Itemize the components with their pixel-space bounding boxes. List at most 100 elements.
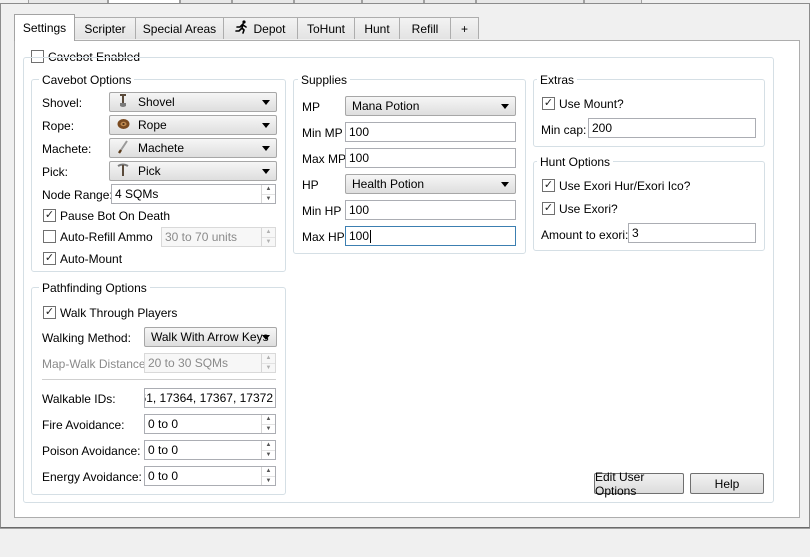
tab-scripter[interactable]: Scripter [74,17,136,39]
spinner-buttons[interactable]: ▲ ▼ [261,441,275,459]
tab-label: Refill [411,21,439,36]
min-cap-label: Min cap: [541,123,587,137]
spin-up-icon[interactable]: ▲ [262,228,275,237]
tab-special-areas[interactable]: Special Areas [135,17,224,39]
spin-down-icon[interactable]: ▼ [262,475,275,486]
spin-up-icon[interactable]: ▲ [262,441,275,450]
fire-avoidance-label: Fire Avoidance: [42,418,125,432]
spinner-buttons[interactable]: ▲ ▼ [261,354,275,372]
auto-mount-checkbox[interactable]: ✓ [43,252,56,265]
divider [42,379,276,380]
min-cap-input[interactable]: 200 [588,118,756,138]
spin-up-icon[interactable]: ▲ [262,354,275,363]
chevron-down-icon [501,182,509,187]
map-walk-spinner[interactable]: 20 to 30 SQMs ▲ ▼ [144,353,276,373]
rope-select[interactable]: Rope [109,115,277,135]
checkmark-icon: ✓ [543,97,554,109]
hp-value: Health Potion [352,177,425,191]
walk-through-label: Walk Through Players [60,306,178,320]
fire-avoidance-value: 0 to 0 [148,417,179,431]
spin-down-icon[interactable]: ▼ [262,423,275,434]
exori-checkbox[interactable]: ✓ [542,202,555,215]
pause-bot-checkbox[interactable]: ✓ [43,209,56,222]
walking-method-label: Walking Method: [42,331,131,345]
pick-value: Pick [138,164,161,178]
map-walk-label: Map-Walk Distance: [42,357,149,371]
poison-avoidance-label: Poison Avoidance: [42,444,141,458]
energy-avoidance-spinner[interactable]: 0 to 0 ▲ ▼ [144,466,276,486]
amount-exori-value: 3 [632,226,639,240]
hp-select[interactable]: Health Potion [345,174,516,194]
exori-hur-label: Use Exori Hur/Exori Ico? [559,179,691,193]
machete-select[interactable]: Machete [109,138,277,158]
spinner-buttons[interactable]: ▲ ▼ [261,185,275,203]
checkmark-icon: ✓ [44,306,55,318]
chevron-down-icon [262,123,270,128]
mp-select[interactable]: Mana Potion [345,96,516,116]
walk-through-checkbox[interactable]: ✓ [43,306,56,319]
checkmark-icon: ✓ [543,202,554,214]
poison-avoidance-value: 0 to 0 [148,443,179,457]
pick-select[interactable]: Pick [109,161,277,181]
tab-settings[interactable]: Settings [14,14,75,41]
tab-label: Special Areas [142,21,217,36]
max-hp-value: 100 [349,229,370,243]
min-hp-label: Min HP [302,204,342,218]
energy-avoidance-label: Energy Avoidance: [42,470,142,484]
exori-label: Use Exori? [559,202,618,216]
shovel-label: Shovel: [42,96,83,110]
window-bottom-edge [0,528,810,529]
pick-label: Pick: [42,165,69,179]
tab-tohunt[interactable]: ToHunt [297,17,355,39]
min-cap-value: 200 [592,121,613,135]
amount-exori-label: Amount to exori: [541,228,629,242]
map-walk-value: 20 to 30 SQMs [148,356,229,370]
walkable-ids-input[interactable]: 361, 17364, 17367, 17372 [144,388,276,408]
exori-hur-checkbox[interactable]: ✓ [542,179,555,192]
chevron-down-icon [501,104,509,109]
spinner-buttons[interactable]: ▲ ▼ [261,467,275,485]
tab-refill[interactable]: Refill [399,17,451,39]
walkable-ids-value: 361, 17364, 17367, 17372 [144,391,273,405]
spin-up-icon[interactable]: ▲ [262,467,275,476]
tab-label: Settings [22,21,67,35]
amount-exori-input[interactable]: 3 [628,223,756,243]
fire-avoidance-spinner[interactable]: 0 to 0 ▲ ▼ [144,414,276,434]
edit-user-options-button[interactable]: Edit User Options [594,470,684,498]
spin-up-icon[interactable]: ▲ [262,415,275,424]
spin-up-icon[interactable]: ▲ [262,185,275,194]
tab-label: Depot [253,21,286,36]
max-mp-input[interactable]: 100 [345,148,516,168]
spin-down-icon[interactable]: ▼ [262,193,275,204]
auto-refill-checkbox[interactable] [43,230,56,243]
spin-down-icon[interactable]: ▼ [262,236,275,247]
cavebot-options-title: Cavebot Options [39,73,135,87]
tab-label: Hunt [364,21,390,36]
shovel-select[interactable]: Shovel [109,92,277,112]
tab-hunt[interactable]: Hunt [354,17,400,39]
spin-down-icon[interactable]: ▼ [262,362,275,373]
use-mount-checkbox[interactable]: ✓ [542,97,555,110]
node-range-spinner[interactable]: 4 SQMs ▲ ▼ [111,184,276,204]
poison-avoidance-spinner[interactable]: 0 to 0 ▲ ▼ [144,440,276,460]
auto-refill-spinner[interactable]: 30 to 70 units ▲ ▼ [161,227,276,247]
spinner-buttons[interactable]: ▲ ▼ [261,415,275,433]
help-button[interactable]: Help [690,473,764,494]
spinner-buttons[interactable]: ▲ ▼ [261,228,275,246]
max-mp-label: Max MP [302,152,347,166]
min-mp-input[interactable]: 100 [345,122,516,142]
walking-method-select[interactable]: Walk With Arrow Keys [144,327,277,347]
mp-value: Mana Potion [352,99,420,113]
machete-label: Machete: [42,142,92,156]
walking-method-value: Walk With Arrow Keys [151,330,269,344]
min-hp-input[interactable]: 100 [345,200,516,220]
auto-refill-value: 30 to 70 units [165,230,238,244]
tab-add[interactable]: + [450,17,479,39]
spin-down-icon[interactable]: ▼ [262,449,275,460]
rope-icon [116,118,130,133]
max-hp-input[interactable]: 100 [345,226,516,246]
tab-depot[interactable]: Depot [223,17,298,39]
tab-label: ToHunt [306,21,346,36]
settings-panel: Cavebot Enabled Cavebot Options Shovel: … [14,40,800,518]
node-range-label: Node Range: [42,188,113,202]
